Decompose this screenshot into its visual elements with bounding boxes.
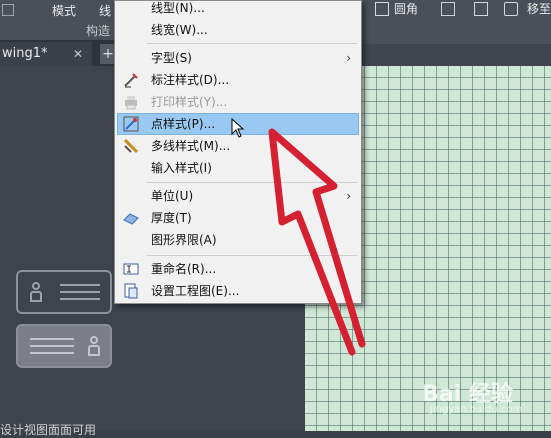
menu-item-label: 线型(N)... [151,1,205,15]
line-icon [30,338,74,340]
menu-item-lineweight[interactable]: 线宽(W)... [117,19,359,41]
menu-item-text-style[interactable]: 字型(S) › [117,47,359,69]
rename-icon [123,263,139,275]
menu-item-label: 图形界限(A) [151,233,217,247]
menu-item-label: 线宽(W)... [151,23,208,37]
mode-button[interactable]: 模式 [52,2,76,19]
menu-item-label: 输入样式(I) [151,161,212,175]
view-card[interactable] [16,324,112,368]
point-style-icon [123,116,139,132]
menu-item-label: 打印样式(Y)... [151,95,228,109]
menu-item-label: 标注样式(D)... [151,73,230,87]
line-icon [30,352,74,354]
menu-item-thickness[interactable]: 厚度(T) [117,207,359,229]
menu-item-setup-drawing[interactable]: 设置工程图(E)... [117,280,359,302]
chevron-right-icon: › [346,189,351,203]
line-button[interactable]: 线 [99,2,111,19]
menu-item-label: 重命名(R)... [151,262,217,276]
menu-item-linetype[interactable]: 线型(N)... [117,0,359,19]
menu-item-label: 点样式(P)... [151,117,216,131]
line-icon [30,345,74,347]
move-icon[interactable] [504,2,518,16]
mouse-cursor-icon [231,118,245,138]
rectangle-icon[interactable] [474,2,488,16]
menu-item-dimension-style[interactable]: 标注样式(D)... [117,69,359,91]
setup-drawing-icon [124,283,138,299]
move-button[interactable]: 移至 [527,0,551,17]
close-icon[interactable]: ✕ [70,42,86,66]
person-icon [30,282,42,302]
line-icon [60,291,100,293]
fillet-button[interactable]: 圆角 [394,0,418,17]
person-icon [88,336,100,356]
dimension-style-icon [124,73,138,88]
line-icon [60,298,100,300]
construct-panel-title: 构造 [86,24,111,38]
bottom-status-text: 设计视图面面可用 [0,423,97,437]
menu-item-label: 厚度(T) [151,211,192,225]
break-icon[interactable] [441,2,455,16]
chevron-right-icon: › [346,51,351,65]
watermark-url: jingyan.baidu.com [430,404,523,415]
menu-item-rename[interactable]: 重命名(R)... [117,258,359,280]
multiline-style-icon [123,138,139,154]
thickness-icon [123,213,139,225]
menu-separator [147,182,357,183]
menu-separator [147,255,357,256]
menu-item-label: 单位(U) [151,189,194,203]
menu-item-label: 多线样式(M)... [151,139,231,153]
menu-separator [147,43,357,44]
plot-style-icon [125,96,137,110]
format-menu: 线型(N)... 线宽(W)... 字型(S) › 标注样式(D)... 打印样式… [114,0,362,304]
menu-item-drawing-limits[interactable]: 图形界限(A) [117,229,359,251]
line-icon [60,284,100,286]
ribbon-toggle-icon[interactable] [2,4,14,16]
view-card[interactable] [16,270,112,314]
menu-item-label: 字型(S) [151,51,192,65]
fillet-icon[interactable] [375,2,389,16]
menu-item-label: 设置工程图(E)... [151,284,240,298]
menu-item-plot-style[interactable]: 打印样式(Y)... [117,91,359,113]
menu-item-import-style[interactable]: 输入样式(I) [117,157,359,179]
menu-item-multiline-style[interactable]: 多线样式(M)... [117,135,359,157]
menu-item-units[interactable]: 单位(U) › [117,185,359,207]
